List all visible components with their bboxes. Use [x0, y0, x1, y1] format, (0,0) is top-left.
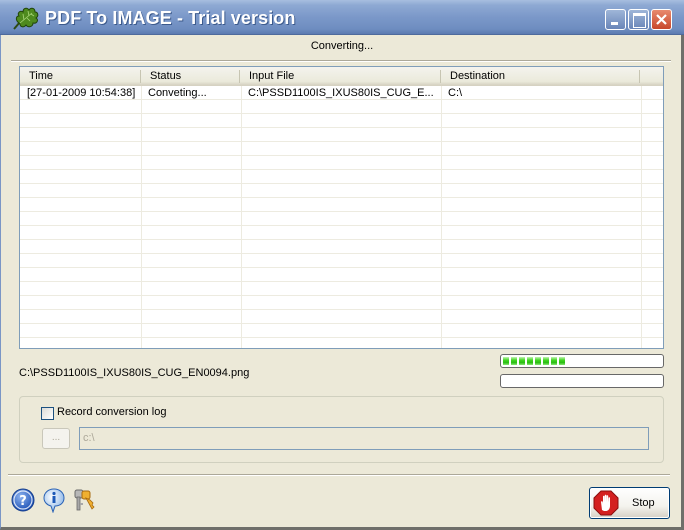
minimize-button[interactable] — [605, 9, 626, 30]
separator — [11, 60, 671, 62]
table-row[interactable]: [27-01-2009 10:54:38] Conveting... C:\PS… — [20, 86, 663, 100]
leaf-icon — [13, 7, 39, 30]
column-header-time[interactable]: Time — [20, 67, 140, 86]
stop-hand-icon — [593, 490, 619, 516]
progress-segment — [511, 357, 517, 365]
separator — [8, 474, 670, 476]
close-button[interactable] — [651, 9, 672, 30]
svg-text:?: ? — [19, 494, 27, 509]
column-header-input-file[interactable]: Input File — [240, 67, 440, 86]
progress-segment — [535, 357, 541, 365]
log-path-input[interactable]: c:\ — [79, 427, 649, 450]
progress-segment — [559, 357, 565, 365]
total-progress-bar — [500, 374, 664, 388]
table-row-empty[interactable] — [20, 114, 663, 128]
stop-label: Stop — [632, 497, 655, 509]
table-row-empty[interactable] — [20, 170, 663, 184]
table-row-empty[interactable] — [20, 100, 663, 114]
title-bar[interactable]: PDF To IMAGE - Trial version — [0, 0, 684, 35]
table-row-empty[interactable] — [20, 142, 663, 156]
cell-time: [27-01-2009 10:54:38] — [27, 87, 136, 99]
table-row-empty[interactable] — [20, 198, 663, 212]
window-title: PDF To IMAGE - Trial version — [45, 8, 296, 28]
record-log-checkbox[interactable] — [41, 407, 54, 420]
table-row-empty[interactable] — [20, 268, 663, 282]
log-table[interactable]: Time Status Input File Destination [27-0… — [19, 66, 664, 349]
table-row-empty[interactable] — [20, 226, 663, 240]
column-header-destination[interactable]: Destination — [441, 67, 641, 86]
progress-segment — [551, 357, 557, 365]
column-header-status[interactable]: Status — [141, 67, 241, 86]
stop-button[interactable]: Stop — [589, 487, 670, 519]
column-divider[interactable] — [639, 70, 640, 83]
conversion-status: Converting... — [310, 40, 374, 52]
cell-destination: C:\ — [448, 87, 463, 99]
progress-segment — [519, 357, 525, 365]
table-row-empty[interactable] — [20, 184, 663, 198]
current-file-path: C:\PSSD1100IS_IXUS80IS_CUG_EN0094.png — [19, 367, 250, 379]
table-body: [27-01-2009 10:54:38] Conveting... C:\PS… — [20, 86, 663, 338]
table-header: Time Status Input File Destination — [20, 67, 663, 86]
table-row-empty[interactable] — [20, 310, 663, 324]
cell-status: Conveting... — [148, 87, 207, 99]
table-row-empty[interactable] — [20, 128, 663, 142]
table-row-empty[interactable] — [20, 296, 663, 310]
keys-icon[interactable] — [72, 487, 96, 513]
cell-input-file: C:\PSSD1100IS_IXUS80IS_CUG_E... — [248, 87, 434, 99]
maximize-button[interactable] — [628, 9, 649, 30]
progress-segment — [503, 357, 509, 365]
table-row-empty[interactable] — [20, 240, 663, 254]
progress-segment — [527, 357, 533, 365]
progress-segment — [543, 357, 549, 365]
table-row-empty[interactable] — [20, 156, 663, 170]
file-progress-bar — [500, 354, 664, 368]
table-row-empty[interactable] — [20, 212, 663, 226]
browse-button[interactable]: ... — [42, 428, 70, 449]
record-log-label[interactable]: Record conversion log — [57, 406, 166, 418]
table-row-empty[interactable] — [20, 254, 663, 268]
help-icon[interactable]: ? — [11, 487, 35, 513]
table-row-empty[interactable] — [20, 324, 663, 338]
info-icon[interactable] — [42, 487, 66, 513]
close-icon — [656, 14, 667, 25]
table-row-empty[interactable] — [20, 282, 663, 296]
